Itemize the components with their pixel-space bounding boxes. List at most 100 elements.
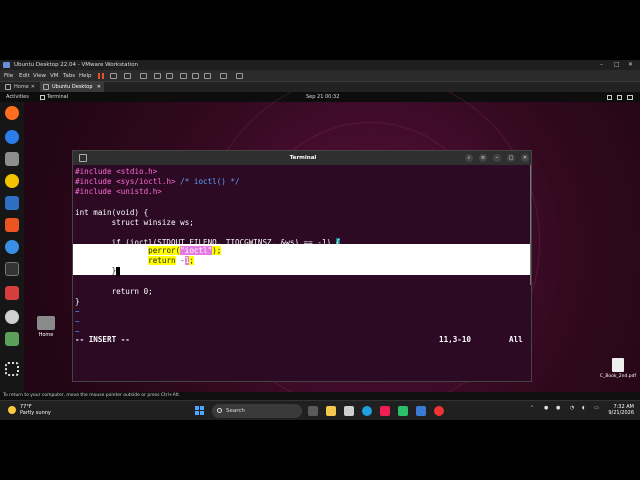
vim-mode: -- INSERT --: [75, 335, 130, 344]
dropdown-icon[interactable]: [110, 73, 117, 79]
trash-icon[interactable]: [5, 332, 19, 346]
activities-button[interactable]: Activities: [6, 92, 29, 102]
vmware-menu-bar: File Edit View VM Tabs Help: [0, 70, 640, 82]
ubuntu-dock: [0, 102, 24, 392]
string-literal: "ioctl": [180, 246, 213, 255]
tray-app-icon[interactable]: ●: [556, 405, 560, 411]
send-ctrl-alt-del-icon[interactable]: [124, 73, 131, 79]
volume-icon[interactable]: [617, 95, 622, 100]
snapshot-manager-icon[interactable]: [166, 73, 173, 79]
desktop-pdf-file[interactable]: C_Book_2nd.pdf: [596, 358, 640, 379]
menu-file[interactable]: File: [4, 70, 13, 82]
tray-chevron-icon[interactable]: ⌃: [530, 405, 534, 411]
maximize-icon[interactable]: □: [507, 154, 515, 162]
revert-snapshot-icon[interactable]: [154, 73, 161, 79]
impress-icon[interactable]: [5, 286, 19, 300]
maximize-button[interactable]: □: [614, 60, 620, 70]
empty-line-marker: ~: [75, 307, 80, 316]
weather-desc: Partly sunny: [20, 410, 51, 416]
thunderbird-icon[interactable]: [5, 130, 19, 144]
minimize-icon[interactable]: –: [493, 154, 501, 162]
terminal-title-bar: Terminal ⌕ ≡ – □ ✕: [73, 151, 531, 165]
vmware-window-title: Ubuntu Desktop 22.04 - VMware Workstatio…: [14, 62, 139, 68]
apps-grid-icon[interactable]: [5, 362, 19, 376]
home-icon: [5, 84, 11, 90]
code-line: #include <sys/ioctl.h> /* ioctl() */: [75, 177, 240, 187]
tiktok-icon[interactable]: [380, 406, 390, 416]
store-icon[interactable]: [344, 406, 354, 416]
close-tab-icon[interactable]: ✕: [97, 82, 101, 92]
taskbar-clock[interactable]: 7:32 AM 9/21/2026: [606, 404, 634, 416]
chrome-icon[interactable]: [434, 406, 444, 416]
close-button[interactable]: ✕: [628, 60, 633, 70]
volume-icon[interactable]: ◖: [582, 405, 585, 411]
cursor-position: 11,3-10: [439, 335, 472, 344]
search-placeholder: Search: [226, 408, 245, 414]
menu-edit[interactable]: Edit: [19, 70, 30, 82]
tab-ubuntu-desktop[interactable]: Ubuntu Desktop 22.04 ✕: [40, 82, 104, 100]
return-keyword: return: [148, 256, 176, 265]
full-screen-icon[interactable]: [220, 73, 227, 79]
code-line: return -1;: [75, 256, 194, 266]
weather-icon[interactable]: [8, 406, 16, 414]
vmware-logo-icon: [3, 62, 10, 68]
code-line: perror("ioctl");: [75, 246, 222, 256]
rhythmbox-icon[interactable]: [5, 174, 19, 188]
snapshot-icon[interactable]: [140, 73, 147, 79]
clock-date: 9/21/2026: [608, 410, 634, 416]
wifi-icon[interactable]: ◔: [570, 405, 574, 411]
desktop-home-folder[interactable]: Home: [36, 316, 56, 338]
pause-icon-bar: [102, 73, 104, 79]
code-line: struct winsize ws;: [75, 218, 194, 227]
new-tab-icon[interactable]: [79, 154, 87, 162]
console-view-icon[interactable]: [204, 73, 211, 79]
terminal-icon[interactable]: [5, 262, 19, 276]
power-icon[interactable]: [627, 95, 633, 100]
weather-widget[interactable]: 77°F Partly sunny: [20, 404, 51, 416]
menu-view[interactable]: View: [33, 70, 46, 82]
search-icon[interactable]: ⌕: [465, 154, 473, 162]
vmware-taskbar-icon[interactable]: [398, 406, 408, 416]
edge-icon[interactable]: [362, 406, 372, 416]
function-call: perror(: [148, 246, 181, 255]
file-explorer-icon[interactable]: [326, 406, 336, 416]
app-icon[interactable]: [416, 406, 426, 416]
vim-editor[interactable]: #include <stdio.h> #include <sys/ioctl.h…: [73, 165, 531, 381]
help-icon[interactable]: [5, 240, 19, 254]
preprocessor: #include: [75, 167, 117, 176]
menu-help[interactable]: Help: [79, 70, 92, 82]
code-line: }: [75, 297, 80, 306]
software-icon[interactable]: [5, 218, 19, 232]
task-view-icon[interactable]: [308, 406, 318, 416]
terminal-scrollbar[interactable]: [530, 165, 531, 285]
files-icon[interactable]: [5, 152, 19, 166]
tray-app-icon[interactable]: ●: [544, 405, 548, 411]
show-library-icon[interactable]: [180, 73, 187, 79]
dvd-icon[interactable]: [5, 310, 19, 324]
hamburger-menu-icon[interactable]: ≡: [479, 154, 487, 162]
menu-tabs[interactable]: Tabs: [63, 70, 75, 82]
folder-icon: [37, 316, 55, 330]
menu-vm[interactable]: VM: [50, 70, 59, 82]
tab-home-label: Home: [14, 84, 29, 90]
pause-icon[interactable]: [98, 73, 100, 79]
tab-home[interactable]: Home ✕: [2, 82, 38, 92]
taskbar-search[interactable]: Search: [212, 404, 302, 418]
start-button-icon[interactable]: [195, 406, 205, 416]
thumbnail-icon[interactable]: [192, 73, 199, 79]
firefox-icon[interactable]: [5, 106, 19, 120]
battery-icon[interactable]: ▭: [594, 405, 599, 411]
close-icon[interactable]: ✕: [521, 154, 529, 162]
unity-icon[interactable]: [236, 73, 243, 79]
close-tab-icon[interactable]: ✕: [31, 82, 35, 92]
app-menu-label[interactable]: Terminal: [47, 92, 68, 102]
terminal-title: Terminal: [289, 155, 317, 161]
terminal-window[interactable]: Terminal ⌕ ≡ – □ ✕ #include <stdio.h> #i…: [72, 150, 532, 382]
writer-icon[interactable]: [5, 196, 19, 210]
scroll-position: All: [509, 335, 523, 344]
minimize-button[interactable]: –: [600, 60, 603, 70]
vm-icon: [43, 84, 49, 90]
network-icon[interactable]: [607, 95, 612, 100]
